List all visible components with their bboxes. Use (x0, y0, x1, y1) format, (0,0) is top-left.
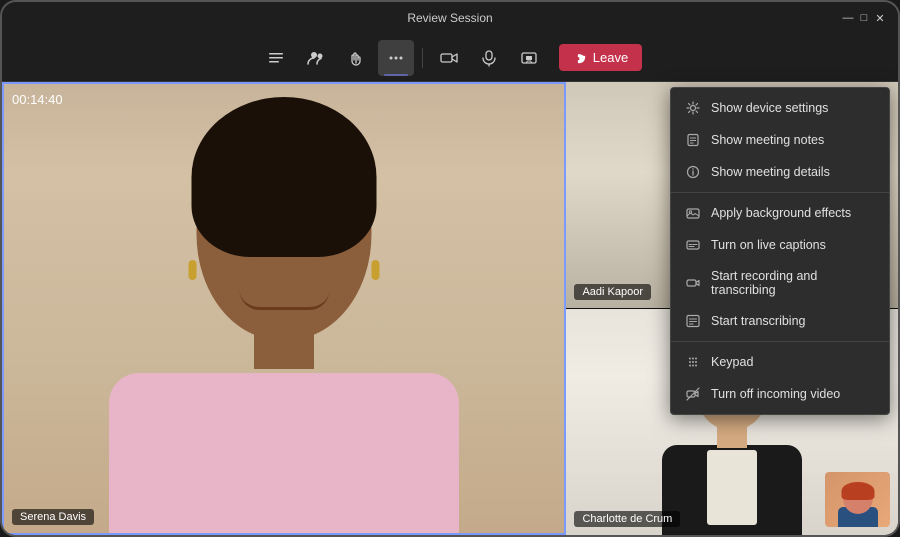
title-bar-center: Review Session (407, 9, 492, 27)
smile (239, 290, 329, 310)
close-button[interactable]: ✕ (874, 12, 886, 24)
self-view-thumbnail (825, 472, 890, 527)
bottom-right-label: Charlotte de Crum (574, 511, 680, 527)
mic-button[interactable] (471, 40, 507, 76)
menu-item-turn-off-incoming-video[interactable]: Turn off incoming video (671, 378, 889, 410)
hair (192, 97, 377, 257)
meeting-chat-button[interactable] (258, 40, 294, 76)
main-video-background (4, 84, 564, 533)
people-icon (307, 49, 325, 67)
menu-item-show-device-settings[interactable]: Show device settings (671, 92, 889, 124)
background-icon (685, 205, 701, 221)
hand-icon (347, 49, 365, 67)
top-right-label: Aadi Kapoor (574, 284, 651, 300)
menu-separator-1 (671, 192, 889, 193)
more-dots-icon (387, 49, 405, 67)
keypad-icon (685, 354, 701, 370)
menu-item-show-meeting-details[interactable]: Show meeting details (671, 156, 889, 188)
menu-item-turn-on-live-captions[interactable]: Turn on live captions (671, 229, 889, 261)
maximize-button[interactable]: □ (858, 12, 870, 24)
call-timer: 00:14:40 (12, 92, 63, 107)
separator-1 (422, 48, 423, 68)
window-title: Review Session (407, 11, 492, 25)
transcribe-icon (685, 313, 701, 329)
title-bar: Review Session — □ ✕ (2, 2, 898, 34)
title-bar-right: — □ ✕ (842, 12, 886, 24)
leave-button[interactable]: Leave (559, 44, 642, 71)
video-off-icon (685, 386, 701, 402)
menu-item-keypad[interactable]: Keypad (671, 346, 889, 378)
menu-separator-2 (671, 341, 889, 342)
list-icon (267, 49, 285, 67)
main-video: 00:14:40 Serena Davis (2, 82, 566, 535)
share-icon (520, 49, 538, 67)
main-video-label: Serena Davis (12, 509, 94, 525)
record-icon (685, 275, 701, 291)
self-view-hair (841, 482, 874, 500)
menu-item-show-meeting-notes[interactable]: Show meeting notes (671, 124, 889, 156)
minimize-button[interactable]: — (842, 12, 854, 24)
camera-icon (440, 49, 458, 67)
share-button[interactable] (511, 40, 547, 76)
shirt (109, 373, 459, 533)
camera-button[interactable] (431, 40, 467, 76)
toolbar: Leave (2, 34, 898, 82)
context-menu: Show device settings Show meeting notes (670, 87, 890, 415)
tablet-frame: Review Session — □ ✕ (0, 0, 900, 537)
details-icon (685, 164, 701, 180)
mic-icon (480, 49, 498, 67)
earring-left (189, 260, 197, 280)
menu-item-start-recording-transcribing[interactable]: Start recording and transcribing (671, 261, 889, 305)
self-view-background (825, 472, 890, 527)
settings-icon (685, 100, 701, 116)
charlotte-shirt (707, 450, 757, 525)
notes-icon (685, 132, 701, 148)
menu-item-start-transcribing[interactable]: Start transcribing (671, 305, 889, 337)
menu-item-apply-background-effects[interactable]: Apply background effects (671, 197, 889, 229)
earring-right (372, 260, 380, 280)
raise-hand-button[interactable] (338, 40, 374, 76)
people-button[interactable] (298, 40, 334, 76)
self-view-person (838, 482, 878, 527)
captions-icon (685, 237, 701, 253)
phone-icon (573, 51, 587, 65)
more-options-button[interactable] (378, 40, 414, 76)
